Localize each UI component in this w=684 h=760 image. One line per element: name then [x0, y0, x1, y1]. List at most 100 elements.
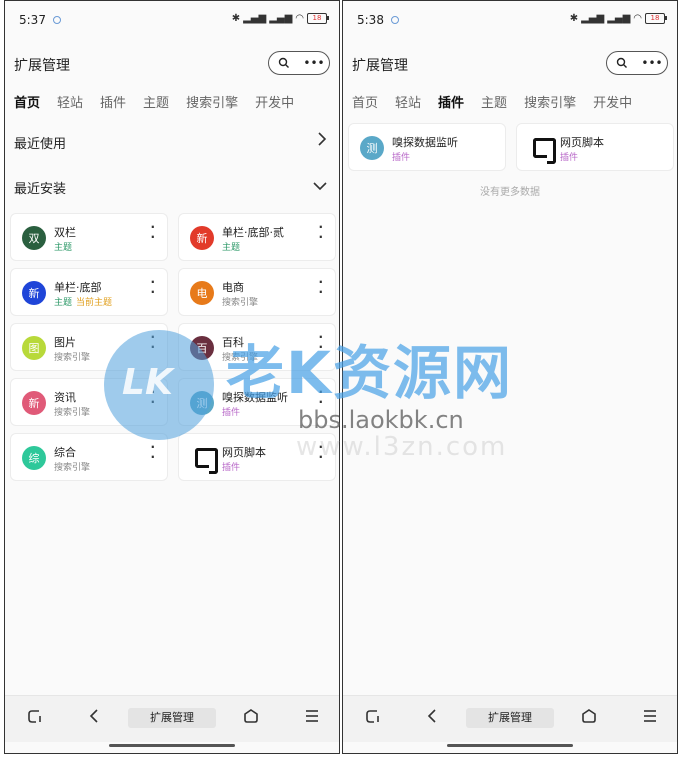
card-more-icon[interactable]: · · [150, 441, 155, 463]
extension-type: 主题 当前主题 [54, 295, 112, 308]
extension-type: 搜索引擎 [54, 460, 94, 473]
extension-card[interactable]: 网页脚本 插件 [516, 123, 674, 171]
nav-title[interactable]: 扩展管理 [128, 708, 216, 728]
tab-themes[interactable]: 主题 [143, 92, 169, 111]
extension-avatar: 电 [190, 281, 214, 305]
extension-avatar: 测 [190, 391, 214, 415]
extension-name: 百科 [222, 336, 244, 349]
wifi-icon: ◠ [295, 13, 304, 24]
page-title: 扩展管理 [14, 58, 70, 74]
extension-card[interactable]: 新单栏·底部 主题 当前主题 · · [10, 268, 168, 316]
extension-name: 网页脚本 [560, 136, 604, 149]
search-icon[interactable] [607, 52, 637, 74]
extension-type: 搜索引擎 [222, 350, 262, 363]
menu-icon[interactable] [305, 708, 319, 727]
extension-card[interactable]: 新单栏·底部·贰 主题 · · [178, 213, 336, 261]
card-more-icon[interactable]: · · [150, 331, 155, 353]
extension-card[interactable]: 电电商 搜索引擎 · · [178, 268, 336, 316]
extension-name: 单栏·底部 [54, 281, 102, 294]
status-icons: ✱ ▂▄▆ ▂▄▆ ◠ 18 [231, 13, 329, 24]
extension-avatar: 新 [22, 281, 46, 305]
extension-card[interactable]: 网页脚本 插件 · · [178, 433, 336, 481]
card-more-icon[interactable]: · · [318, 276, 323, 298]
extension-type-label: 搜索引擎 [54, 463, 91, 473]
extension-type-label: 搜索引擎 [54, 408, 91, 418]
extension-avatar: 综 [22, 446, 46, 470]
search-icon[interactable] [269, 52, 299, 74]
tab-in-development[interactable]: 开发中 [255, 92, 294, 111]
home-icon[interactable] [581, 708, 597, 728]
home-indicator[interactable] [447, 744, 573, 747]
extension-type-label: 搜索引擎 [54, 353, 91, 363]
extension-type-label: 搜索引擎 [222, 353, 259, 363]
extension-name: 综合 [54, 446, 76, 459]
recent-used-row[interactable]: 最近使用 [5, 131, 339, 153]
signal-icon-2: ▂▄▆ [607, 13, 631, 24]
extension-name: 图片 [54, 336, 76, 349]
tab-plugins[interactable]: 插件 [100, 92, 126, 111]
extension-card[interactable]: 双双栏 主题 · · [10, 213, 168, 261]
tabs-icon[interactable] [27, 708, 43, 728]
extension-avatar: 双 [22, 226, 46, 250]
extension-card[interactable]: 图图片 搜索引擎 · · [10, 323, 168, 371]
tab-in-development[interactable]: 开发中 [593, 92, 632, 111]
tab-search-engines[interactable]: 搜索引擎 [524, 92, 576, 111]
bluetooth-icon: ✱ [231, 13, 241, 24]
signal-icon: ▂▄▆ [581, 13, 605, 24]
notification-icon [391, 16, 399, 24]
card-more-icon[interactable]: · · [318, 331, 323, 353]
bottom-navbar: 扩展管理 [5, 695, 339, 742]
back-icon[interactable] [427, 708, 437, 728]
more-icon[interactable]: ••• [299, 52, 329, 74]
recent-used-label: 最近使用 [14, 137, 67, 152]
status-bar: 5:37 ✱ ▂▄▆ ▂▄▆ ◠ 18 [5, 11, 339, 31]
action-pill: ••• [606, 51, 668, 75]
extension-avatar: 新 [190, 226, 214, 250]
tab-light-station[interactable]: 轻站 [57, 92, 83, 111]
tab-bar: 首页 轻站 插件 主题 搜索引擎 开发中 [352, 92, 632, 111]
nav-title[interactable]: 扩展管理 [466, 708, 554, 728]
extension-type-label: 插件 [222, 463, 241, 473]
action-pill: ••• [268, 51, 330, 75]
script-glyph [533, 138, 556, 164]
menu-icon[interactable] [643, 708, 657, 727]
card-more-icon[interactable]: · · [150, 221, 155, 243]
card-more-icon[interactable]: · · [150, 276, 155, 298]
extension-type-label: 插件 [392, 153, 411, 163]
no-more-data: 没有更多数据 [480, 187, 540, 198]
back-icon[interactable] [89, 708, 99, 728]
signal-icon-2: ▂▄▆ [269, 13, 293, 24]
tab-themes[interactable]: 主题 [481, 92, 507, 111]
extension-card[interactable]: 新资讯 搜索引擎 · · [10, 378, 168, 426]
extension-name: 双栏 [54, 226, 76, 239]
battery-icon: 18 [307, 13, 329, 24]
tabs-icon[interactable] [365, 708, 381, 728]
extension-type-label: 插件 [560, 153, 579, 163]
extension-card[interactable]: 综综合搜索引擎 · · [10, 433, 168, 481]
extension-type-label: 插件 [222, 408, 241, 418]
tab-light-station[interactable]: 轻站 [395, 92, 421, 111]
card-more-icon[interactable]: · · [150, 386, 155, 408]
card-more-icon[interactable]: · · [318, 386, 323, 408]
tab-plugins[interactable]: 插件 [438, 92, 464, 111]
status-icons: ✱ ▂▄▆ ▂▄▆ ◠ 18 [570, 13, 667, 24]
extension-card[interactable]: 测嗅探数据监听 插件 · · [178, 378, 336, 426]
card-more-icon[interactable]: · · [318, 441, 323, 463]
notification-icon [53, 16, 61, 24]
more-icon[interactable]: ••• [637, 52, 667, 74]
extension-type: 搜索引擎 [54, 405, 94, 418]
chevron-down-icon [313, 176, 327, 195]
extension-type: 主题 [222, 240, 244, 253]
extension-card[interactable]: 百百科 搜索引擎 · · [178, 323, 336, 371]
script-glyph [195, 448, 218, 474]
home-icon[interactable] [243, 708, 259, 728]
extension-type: 插件 [392, 150, 414, 163]
current-theme-badge: 当前主题 [76, 298, 113, 308]
home-indicator[interactable] [109, 744, 235, 747]
tab-search-engines[interactable]: 搜索引擎 [186, 92, 238, 111]
extension-card[interactable]: 测嗅探数据监听 插件 [348, 123, 506, 171]
recent-installed-row[interactable]: 最近安装 [5, 176, 339, 198]
tab-home[interactable]: 首页 [14, 92, 40, 111]
card-more-icon[interactable]: · · [318, 221, 323, 243]
tab-home[interactable]: 首页 [352, 92, 378, 111]
